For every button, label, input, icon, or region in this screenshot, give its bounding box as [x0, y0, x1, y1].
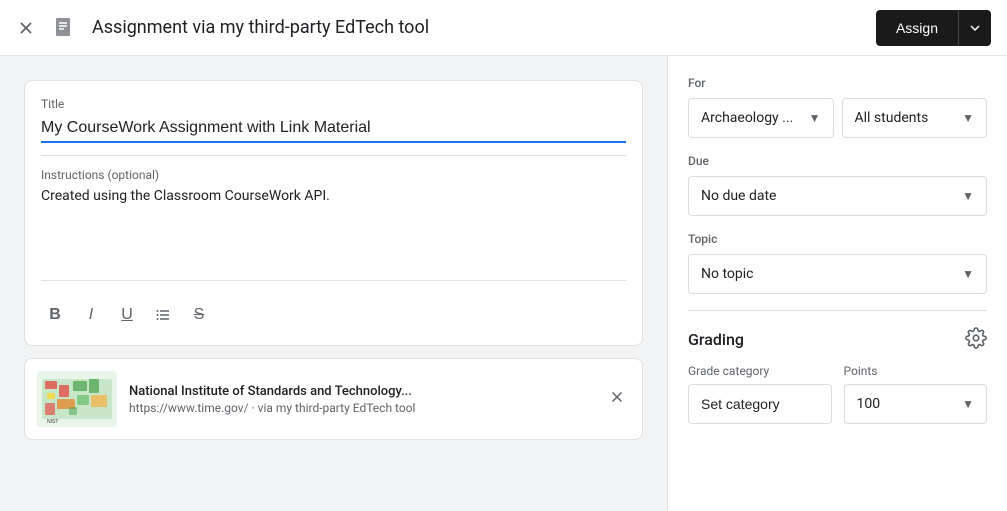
page-title: Assignment via my third-party EdTech too…	[92, 17, 864, 38]
for-select-row: Archaeology ... ▼ All students ▼	[688, 98, 987, 138]
students-select[interactable]: All students ▼	[842, 98, 988, 138]
title-field-group: Title	[41, 97, 626, 143]
left-panel: Title Instructions (optional) Created us…	[0, 56, 667, 511]
assign-button-group: Assign	[876, 10, 991, 46]
points-value: 100	[857, 396, 881, 412]
instructions-field-group: Instructions (optional) Created using th…	[41, 168, 626, 268]
toolbar-divider	[41, 280, 626, 281]
topic-label: Topic	[688, 232, 987, 246]
assignment-card: Title Instructions (optional) Created us…	[24, 80, 643, 346]
due-section: Due No due date ▼	[688, 154, 987, 216]
link-card: NIST National Institute of Standards and…	[24, 358, 643, 440]
due-date-select[interactable]: No due date ▼	[688, 176, 987, 216]
class-chevron-icon: ▼	[809, 111, 821, 125]
students-chevron-icon: ▼	[962, 111, 974, 125]
link-url-text: https://www.time.gov/	[129, 401, 249, 415]
topic-select[interactable]: No topic ▼	[688, 254, 987, 294]
grading-section: Grading Grade category Set category Poin…	[688, 327, 987, 424]
set-category-button[interactable]: Set category	[688, 384, 832, 424]
link-info: National Institute of Standards and Tech…	[129, 384, 592, 415]
points-select[interactable]: 100 ▼	[844, 384, 988, 424]
topic-section: Topic No topic ▼	[688, 232, 987, 294]
title-divider	[41, 155, 626, 156]
for-section: For Archaeology ... ▼ All students ▼	[688, 76, 987, 138]
for-label: For	[688, 76, 987, 90]
class-select[interactable]: Archaeology ... ▼	[688, 98, 834, 138]
instructions-label: Instructions (optional)	[41, 168, 626, 182]
link-title: National Institute of Standards and Tech…	[129, 384, 592, 399]
points-chevron-icon: ▼	[962, 397, 974, 411]
class-select-value: Archaeology ...	[701, 110, 793, 126]
svg-text:NIST: NIST	[47, 419, 58, 425]
chevron-down-icon	[969, 22, 981, 34]
gear-icon	[965, 327, 987, 349]
topic-value: No topic	[701, 266, 753, 282]
link-attribution: · via my third-party EdTech tool	[252, 401, 416, 415]
list-button[interactable]	[149, 301, 177, 329]
grading-settings-button[interactable]	[965, 327, 987, 352]
map-image: NIST	[37, 371, 117, 427]
link-remove-button[interactable]	[604, 384, 630, 415]
assign-dropdown-button[interactable]	[958, 10, 991, 46]
grading-header: Grading	[688, 327, 987, 352]
grading-divider	[688, 310, 987, 311]
italic-button[interactable]: I	[77, 301, 105, 329]
grade-row: Grade category Set category Points 100 ▼	[688, 364, 987, 424]
instructions-text[interactable]: Created using the Classroom CourseWork A…	[41, 188, 626, 268]
strikethrough-button[interactable]: S	[185, 301, 213, 329]
title-input[interactable]	[41, 115, 626, 143]
grade-category-col: Grade category Set category	[688, 364, 832, 424]
link-url: https://www.time.gov/ · via my third-par…	[129, 401, 592, 415]
doc-icon	[48, 12, 80, 44]
top-bar: Assignment via my third-party EdTech too…	[0, 0, 1007, 56]
link-thumbnail: NIST	[37, 371, 117, 427]
grade-category-label: Grade category	[688, 364, 832, 378]
due-chevron-icon: ▼	[962, 189, 974, 203]
right-panel: For Archaeology ... ▼ All students ▼ Due…	[667, 56, 1007, 511]
formatting-toolbar: B I U S	[41, 293, 626, 329]
bold-button[interactable]: B	[41, 301, 69, 329]
grading-title: Grading	[688, 330, 744, 349]
due-date-value: No due date	[701, 188, 776, 204]
points-col: Points 100 ▼	[844, 364, 988, 424]
students-select-value: All students	[855, 110, 929, 126]
main-content: Title Instructions (optional) Created us…	[0, 56, 1007, 511]
points-label: Points	[844, 364, 988, 378]
title-label: Title	[41, 97, 626, 111]
underline-button[interactable]: U	[113, 301, 141, 329]
assign-button[interactable]: Assign	[876, 10, 958, 46]
due-label: Due	[688, 154, 987, 168]
close-button[interactable]	[16, 18, 36, 38]
topic-chevron-icon: ▼	[962, 267, 974, 281]
